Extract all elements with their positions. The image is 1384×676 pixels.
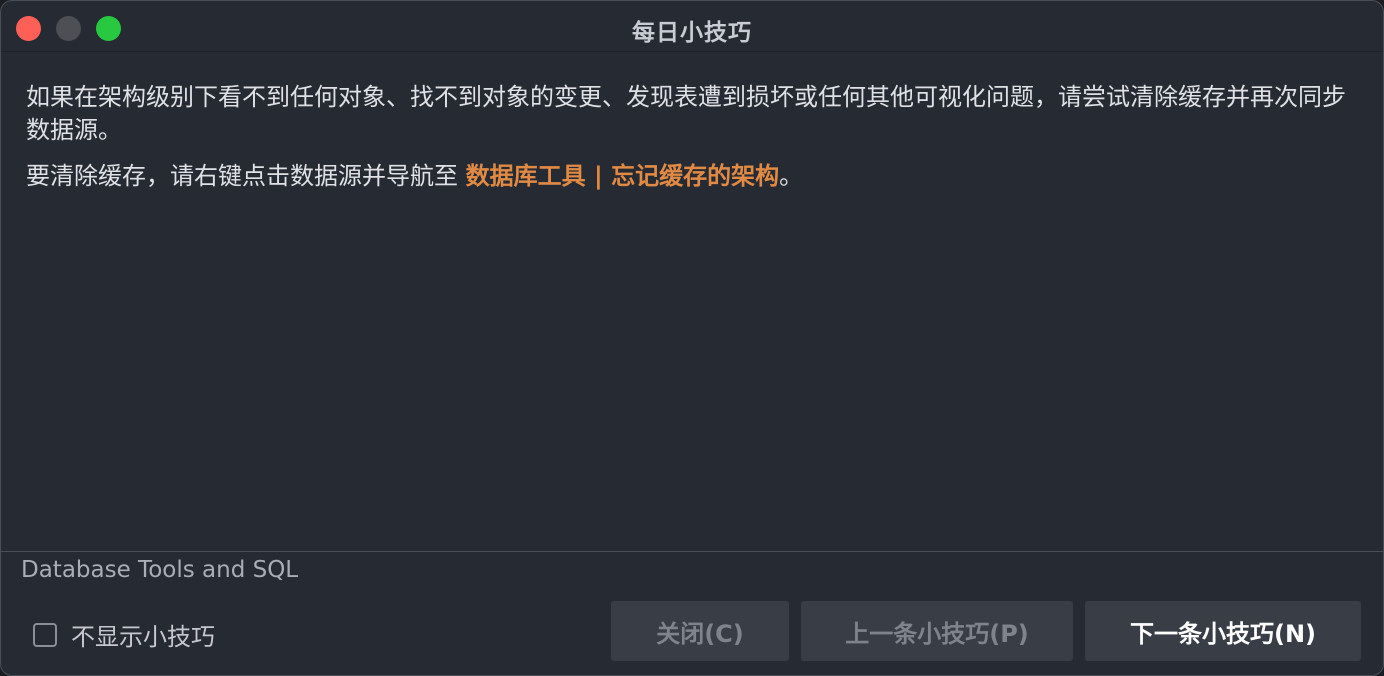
tip-paragraph-2: 要清除缓存，请右键点击数据源并导航至 数据库工具 | 忘记缓存的架构。 xyxy=(26,160,1361,193)
tip-paragraph-2-prefix: 要清除缓存，请右键点击数据源并导航至 xyxy=(26,162,466,190)
dont-show-tips-label[interactable]: 不显示小技巧 xyxy=(71,617,215,652)
dont-show-tips-checkbox[interactable] xyxy=(33,622,57,647)
previous-tip-button[interactable]: 上一条小技巧(P) xyxy=(801,601,1073,661)
footer-divider xyxy=(1,551,1383,552)
tip-of-the-day-dialog: 每日小技巧 如果在架构级别下看不到任何对象、找不到对象的变更、发现表遭到损坏或任… xyxy=(0,0,1384,676)
tip-category-label: Database Tools and SQL xyxy=(21,557,299,583)
close-button[interactable]: 关闭(C) xyxy=(611,601,789,661)
title-bar[interactable]: 每日小技巧 xyxy=(1,1,1383,52)
forget-cached-schemas-action-link[interactable]: 数据库工具 | 忘记缓存的架构 xyxy=(466,162,779,190)
dialog-title: 每日小技巧 xyxy=(632,20,752,46)
tip-paragraph-2-suffix: 。 xyxy=(779,162,804,190)
tip-paragraph-1: 如果在架构级别下看不到任何对象、找不到对象的变更、发现表遭到损坏或任何其他可视化… xyxy=(26,83,1346,144)
tip-content: 如果在架构级别下看不到任何对象、找不到对象的变更、发现表遭到损坏或任何其他可视化… xyxy=(26,81,1361,193)
dont-show-tips-option[interactable]: 不显示小技巧 xyxy=(33,617,215,652)
next-tip-button[interactable]: 下一条小技巧(N) xyxy=(1085,601,1361,661)
